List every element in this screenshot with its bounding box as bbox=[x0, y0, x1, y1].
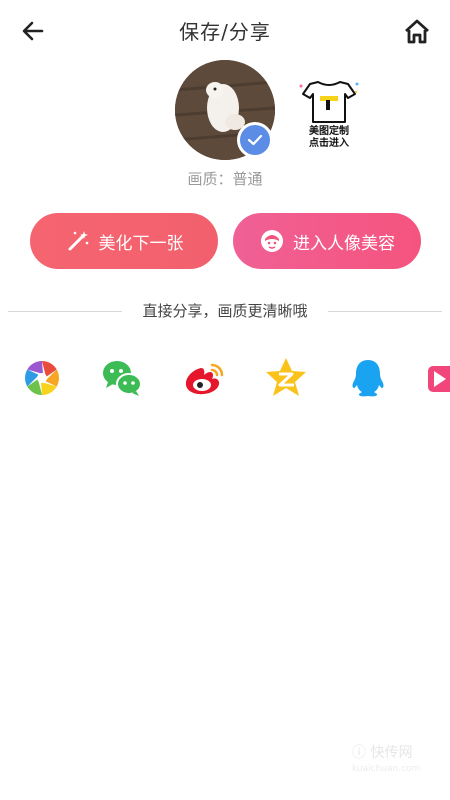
share-divider: 直接分享，画质更清晰哦 bbox=[0, 300, 450, 322]
meitu-custom-tile[interactable]: 美图定制 点击进入 bbox=[298, 78, 360, 154]
video-share-icon bbox=[428, 366, 450, 392]
home-button[interactable] bbox=[402, 16, 432, 46]
share-video[interactable] bbox=[426, 356, 450, 400]
page-title: 保存/分享 bbox=[179, 20, 271, 44]
qzone-icon bbox=[266, 358, 306, 396]
magic-wand-icon bbox=[68, 231, 88, 251]
watermark-url: kuaichuan.com bbox=[352, 764, 421, 774]
custom-tile-line1: 美图定制 bbox=[309, 126, 349, 137]
weibo-icon bbox=[185, 363, 224, 395]
share-aperture[interactable] bbox=[20, 356, 64, 400]
enter-portrait-button[interactable]: 进入人像美容 bbox=[233, 213, 421, 269]
check-icon bbox=[247, 134, 263, 146]
aperture-icon bbox=[25, 361, 59, 395]
saved-check-badge bbox=[237, 122, 273, 158]
saved-photo[interactable] bbox=[175, 60, 275, 160]
beautify-next-label: 美化下一张 bbox=[98, 233, 184, 254]
custom-tile-line2: 点击进入 bbox=[309, 138, 349, 149]
header: 保存/分享 bbox=[0, 0, 450, 60]
share-wechat[interactable] bbox=[100, 356, 144, 400]
custom-tile-label: 美图定制 点击进入 bbox=[298, 126, 360, 150]
enter-portrait-label: 进入人像美容 bbox=[293, 233, 395, 254]
share-qzone[interactable] bbox=[264, 356, 308, 400]
qq-icon bbox=[352, 360, 384, 397]
share-targets bbox=[0, 356, 450, 402]
portrait-face-icon bbox=[261, 230, 283, 252]
share-qq[interactable] bbox=[346, 356, 390, 400]
tshirt-icon bbox=[299, 81, 359, 123]
beautify-next-button[interactable]: 美化下一张 bbox=[30, 213, 218, 269]
watermark-logo: ⓘ 快传网 bbox=[352, 745, 413, 761]
divider-line-right bbox=[328, 311, 442, 312]
share-weibo[interactable] bbox=[182, 356, 226, 400]
quality-label: 画质：普通 bbox=[187, 170, 263, 188]
home-icon bbox=[405, 19, 429, 44]
wechat-icon bbox=[103, 361, 142, 396]
